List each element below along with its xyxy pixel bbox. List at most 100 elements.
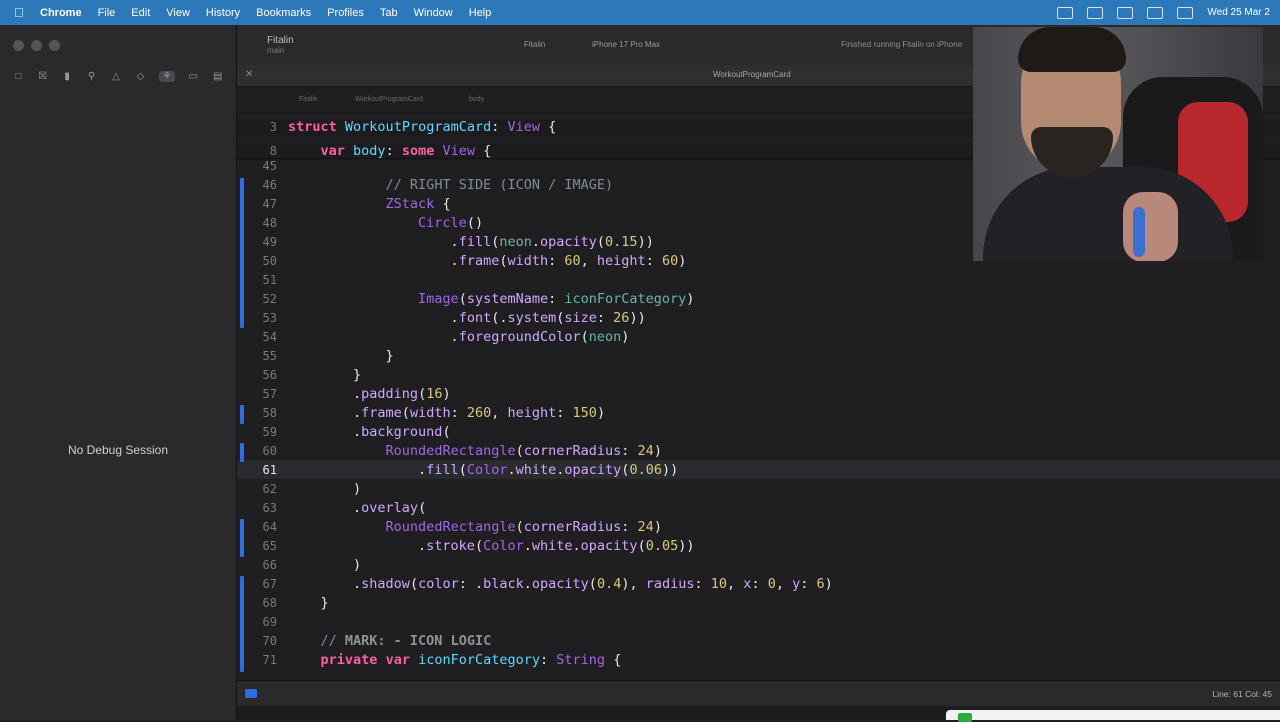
code-text: .overlay( bbox=[288, 500, 427, 516]
line-number: 62 bbox=[262, 482, 277, 496]
code-line[interactable]: 67 .shadow(color: .black.opacity(0.4), r… bbox=[237, 575, 1280, 594]
minimize-window-button[interactable] bbox=[31, 40, 42, 51]
jumpbar-symbol[interactable]: body bbox=[469, 96, 484, 103]
code-line[interactable]: 52 Image(systemName: iconForCategory) bbox=[237, 290, 1280, 309]
change-indicator bbox=[240, 405, 244, 424]
apple-icon[interactable]:  bbox=[14, 5, 30, 20]
notification-toast[interactable] bbox=[946, 710, 1280, 722]
code-line[interactable]: 65 .stroke(Color.white.opacity(0.05)) bbox=[237, 537, 1280, 556]
control-center-icon[interactable] bbox=[1177, 6, 1194, 19]
code-text: ZStack { bbox=[385, 196, 451, 212]
code-line[interactable]: 62 ) bbox=[237, 480, 1280, 499]
line-number: 57 bbox=[262, 387, 277, 401]
breakpoint-icon[interactable]: ▭ bbox=[187, 71, 199, 82]
scheme-selector[interactable]: Fitalin bbox=[524, 40, 545, 49]
close-window-button[interactable] bbox=[13, 40, 24, 51]
warning-icon[interactable]: △ bbox=[110, 71, 122, 82]
code-line[interactable]: 63 .overlay( bbox=[237, 499, 1280, 518]
line-number: 63 bbox=[262, 501, 277, 515]
menu-tab[interactable]: Tab bbox=[380, 7, 398, 19]
jumpbar-project[interactable]: Fitalin bbox=[299, 96, 318, 103]
menu-view[interactable]: View bbox=[166, 7, 190, 19]
code-line[interactable]: 70 // MARK: - ICON LOGIC bbox=[237, 632, 1280, 651]
zoom-window-button[interactable] bbox=[49, 40, 60, 51]
change-indicator bbox=[240, 178, 244, 328]
bookmark-icon[interactable]: ▮ bbox=[61, 71, 73, 82]
code-text: RoundedRectangle(cornerRadius: 24) bbox=[385, 519, 662, 535]
menu-profiles[interactable]: Profiles bbox=[327, 7, 364, 19]
code-line[interactable]: 57 .padding(16) bbox=[237, 385, 1280, 404]
code-line[interactable]: 59 .background( bbox=[237, 423, 1280, 442]
line-number: 66 bbox=[262, 558, 277, 572]
menu-app-name[interactable]: Chrome bbox=[40, 7, 82, 19]
code-line[interactable]: 71 private var iconForCategory: String { bbox=[237, 651, 1280, 670]
tab-workoutprogramcard[interactable]: WorkoutProgramCard bbox=[713, 70, 791, 79]
menu-clock[interactable]: Wed 25 Mar 2 bbox=[1207, 7, 1270, 18]
code-line[interactable]: 53 .font(.system(size: 26)) bbox=[237, 309, 1280, 328]
webcam-overlay bbox=[973, 27, 1263, 261]
menu-edit[interactable]: Edit bbox=[131, 7, 150, 19]
code-text: struct WorkoutProgramCard: View { bbox=[288, 119, 557, 135]
menu-history[interactable]: History bbox=[206, 7, 240, 19]
branch-name[interactable]: main bbox=[267, 46, 284, 55]
device-selector[interactable]: iPhone 17 Pro Max bbox=[592, 40, 660, 49]
navigator-toolbar: □ ☒ ▮ ⚲ △ ◇ ⚘ ▭ ▤ bbox=[0, 65, 236, 87]
report-icon[interactable]: ▤ bbox=[212, 71, 224, 82]
code-text: private var iconForCategory: String { bbox=[320, 652, 622, 668]
test-icon[interactable]: ◇ bbox=[134, 71, 146, 82]
code-text: Image(systemName: iconForCategory) bbox=[418, 291, 695, 307]
change-indicator bbox=[240, 443, 244, 462]
project-name[interactable]: Fitalin bbox=[267, 35, 294, 46]
code-line[interactable]: 64 RoundedRectangle(cornerRadius: 24) bbox=[237, 518, 1280, 537]
navigator-panel: □ ☒ ▮ ⚲ △ ◇ ⚘ ▭ ▤ No Debug Session bbox=[0, 25, 237, 720]
status-item-icon[interactable] bbox=[1087, 6, 1104, 19]
code-text: .frame(width: 260, height: 150) bbox=[288, 405, 606, 421]
change-indicator bbox=[240, 576, 244, 672]
checkmark-icon bbox=[958, 713, 972, 722]
line-number: 3 bbox=[269, 120, 277, 134]
close-tab-icon[interactable]: ✕ bbox=[245, 69, 253, 80]
line-number: 61 bbox=[262, 463, 277, 477]
status-item-icon[interactable] bbox=[1057, 6, 1074, 19]
code-line[interactable]: 61 .fill(Color.white.opacity(0.06)) bbox=[237, 461, 1280, 480]
menu-file[interactable]: File bbox=[98, 7, 116, 19]
code-line[interactable]: 60 RoundedRectangle(cornerRadius: 24) bbox=[237, 442, 1280, 461]
code-line[interactable]: 66 ) bbox=[237, 556, 1280, 575]
source-control-icon[interactable]: ☒ bbox=[37, 71, 49, 82]
debug-icon[interactable]: ⚘ bbox=[158, 70, 175, 82]
menu-window[interactable]: Window bbox=[414, 7, 453, 19]
menu-help[interactable]: Help bbox=[469, 7, 492, 19]
folder-icon[interactable]: □ bbox=[12, 71, 24, 82]
change-indicator bbox=[240, 519, 244, 557]
code-text: .shadow(color: .black.opacity(0.4), radi… bbox=[288, 576, 833, 592]
line-number: 59 bbox=[262, 425, 277, 439]
code-text: RoundedRectangle(cornerRadius: 24) bbox=[385, 443, 662, 459]
cursor-position: Line: 61 Col: 45 bbox=[1212, 689, 1272, 699]
code-text: } bbox=[288, 348, 394, 364]
code-line[interactable]: 56 } bbox=[237, 366, 1280, 385]
code-line[interactable]: 69 bbox=[237, 613, 1280, 632]
code-text: .padding(16) bbox=[288, 386, 451, 402]
code-text: Circle() bbox=[418, 215, 484, 231]
code-text: .foregroundColor(neon) bbox=[288, 329, 630, 345]
code-line[interactable]: 55 } bbox=[237, 347, 1280, 366]
jumpbar-file[interactable]: WorkoutProgramCard bbox=[355, 96, 423, 103]
debug-area-toggle-icon[interactable] bbox=[245, 689, 257, 698]
menu-bookmarks[interactable]: Bookmarks bbox=[256, 7, 311, 19]
code-text: } bbox=[288, 367, 362, 383]
code-text: .stroke(Color.white.opacity(0.05)) bbox=[288, 538, 695, 554]
code-text: // MARK: - ICON LOGIC bbox=[320, 633, 492, 649]
code-line[interactable]: 54 .foregroundColor(neon) bbox=[237, 328, 1280, 347]
search-icon[interactable]: ⚲ bbox=[86, 71, 98, 82]
battery-icon[interactable] bbox=[1147, 6, 1164, 19]
wifi-icon[interactable] bbox=[1117, 6, 1134, 19]
code-line[interactable]: 58 .frame(width: 260, height: 150) bbox=[237, 404, 1280, 423]
code-text: ) bbox=[288, 481, 362, 497]
code-line[interactable]: 51 bbox=[237, 271, 1280, 290]
line-number: 55 bbox=[262, 349, 277, 363]
code-text: .fill(Color.white.opacity(0.06)) bbox=[288, 462, 679, 478]
code-line[interactable]: 68 } bbox=[237, 594, 1280, 613]
activity-status: Finished running Fitalin on iPhone bbox=[841, 40, 962, 49]
code-text: ) bbox=[288, 557, 362, 573]
code-text: .font(.system(size: 26)) bbox=[288, 310, 646, 326]
